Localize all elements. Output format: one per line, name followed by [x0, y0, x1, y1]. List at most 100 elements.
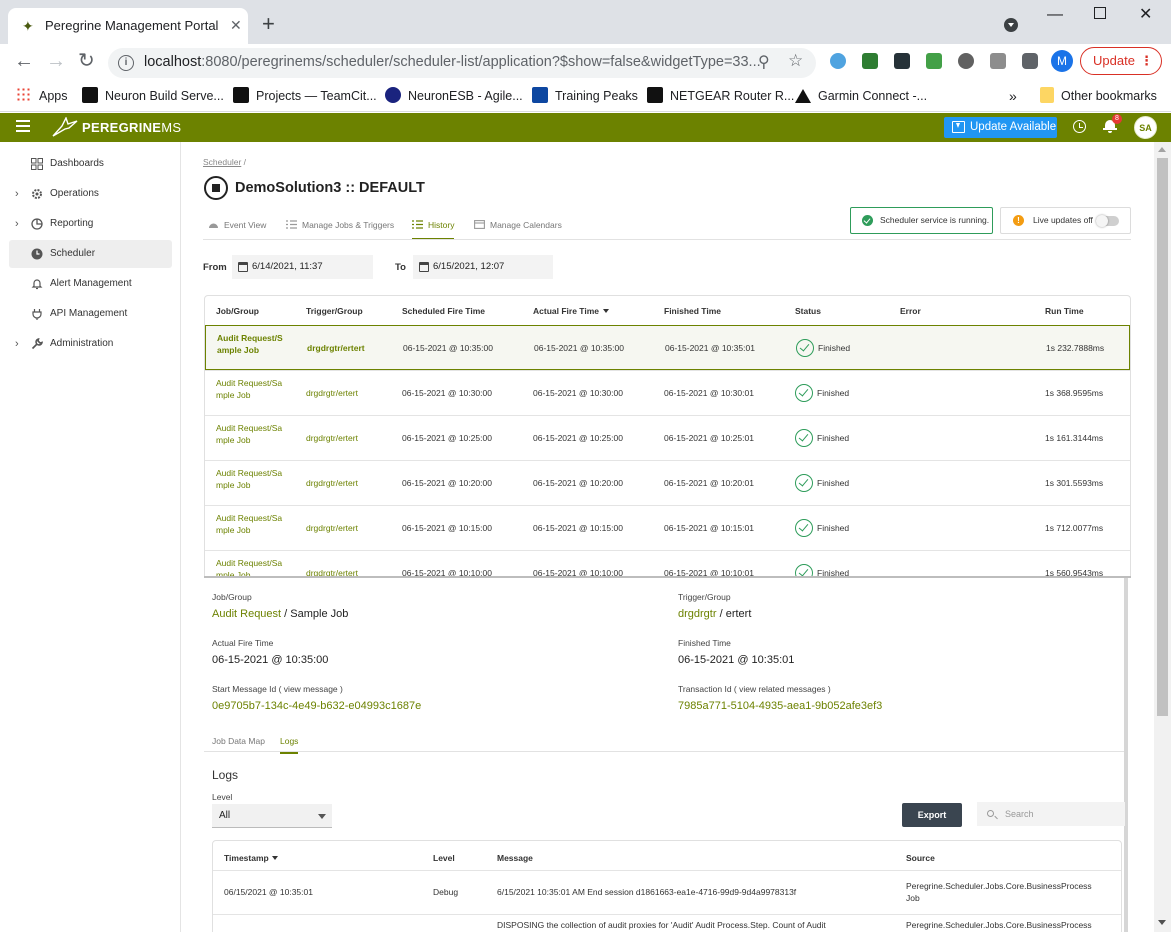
back-icon[interactable]: ← — [14, 50, 34, 72]
page-title: DemoSolution3 :: DEFAULT — [235, 180, 425, 196]
url-text[interactable]: localhost:8080/peregrinems/scheduler/sch… — [144, 54, 761, 70]
image-extension-icon[interactable] — [862, 53, 878, 69]
row-job-group[interactable]: Audit Request/Sample Job — [216, 467, 286, 491]
bookmark-training-peaks[interactable]: Training Peaks — [532, 86, 638, 106]
row-trigger-group[interactable]: drgdrgtr/ertert — [306, 523, 358, 533]
table-row[interactable]: Audit Request/Sample Job drgdrgtr/ertert 0… — [205, 370, 1130, 415]
sidebar-item-scheduler[interactable]: Scheduler — [9, 240, 172, 268]
browser-tab[interactable]: ✦ Peregrine Management Portal ✕ — [8, 8, 248, 44]
breadcrumb-scheduler-link[interactable]: Scheduler — [203, 157, 241, 167]
sidebar-item-dashboards[interactable]: Dashboards — [9, 150, 172, 178]
user-avatar[interactable]: SA — [1134, 116, 1157, 139]
other-bookmarks[interactable]: Other bookmarks — [1040, 86, 1157, 106]
maximize-icon[interactable] — [1094, 7, 1106, 19]
x-extension-icon[interactable] — [894, 53, 910, 69]
row-job-group[interactable]: Audit Request/Sample Job — [216, 512, 286, 536]
to-date-field[interactable]: 6/15/2021, 12:07 — [413, 255, 553, 279]
circle-extension-icon[interactable] — [958, 53, 974, 69]
app-header: PEREGRINEMS Update Available 8 SA — [0, 113, 1171, 142]
detail-start-message-label[interactable]: Start Message Id ( view message ) — [212, 684, 343, 694]
row-trigger-group[interactable]: drgdrgtr/ertert — [306, 433, 358, 443]
bookmark-apps[interactable]: Apps — [16, 86, 68, 106]
chrome-update-button[interactable]: Update ⋮ — [1080, 47, 1162, 75]
column-header-trigger-group[interactable]: Trigger/Group — [306, 306, 363, 316]
site-info-icon[interactable]: i — [118, 55, 134, 71]
tab-manage-calendars[interactable]: Manage Calendars — [474, 219, 562, 239]
row-trigger-group[interactable]: drgdrgtr/ertert — [306, 478, 358, 488]
table-row[interactable]: Audit Request/Sample Job drgdrgtr/ertert 0… — [205, 505, 1130, 550]
close-tab-icon[interactable]: ✕ — [230, 16, 242, 34]
log-row[interactable]: 06/15/2021 @ 10:35:01 Debug 6/15/2021 10… — [213, 870, 1121, 914]
level-select[interactable]: All — [212, 804, 332, 828]
onedrive-extension-icon[interactable] — [830, 53, 846, 69]
row-job-group[interactable]: Audit Request/Sample Job — [216, 557, 286, 578]
column-header-job-group[interactable]: Job/Group — [216, 306, 259, 316]
live-updates-toggle[interactable] — [1096, 215, 1119, 227]
menu-icon[interactable] — [16, 120, 30, 132]
table-row[interactable]: Audit Request/Sample Job drgdrgtr/ertert 0… — [205, 325, 1130, 370]
bookmarks-overflow-icon[interactable]: » — [1009, 86, 1017, 106]
log-column-message[interactable]: Message — [497, 853, 533, 863]
log-search-input[interactable]: Search — [977, 802, 1125, 826]
address-bar[interactable]: i localhost:8080/peregrinems/scheduler/s… — [108, 48, 816, 78]
column-header-run-time[interactable]: Run Time — [1045, 306, 1084, 316]
sidebar-item-reporting[interactable]: › Reporting — [9, 210, 172, 238]
extensions-puzzle-icon[interactable] — [1022, 53, 1038, 69]
row-job-group[interactable]: Audit Request/Sample Job — [216, 422, 286, 446]
sidebar-item-alert-management[interactable]: Alert Management — [9, 270, 172, 298]
t-extension-icon[interactable] — [990, 53, 1006, 69]
column-header-finished-time[interactable]: Finished Time — [664, 306, 721, 316]
row-job-group[interactable]: Audit Request/Sample Job — [217, 332, 287, 356]
row-scheduled-fire-time: 06-15-2021 @ 10:25:00 — [402, 433, 492, 443]
forward-icon[interactable]: → — [46, 50, 66, 72]
table-row[interactable]: Audit Request/Sample Job drgdrgtr/ertert 0… — [205, 460, 1130, 505]
from-date-field[interactable]: 6/14/2021, 11:37 — [232, 255, 373, 279]
tab-event-view[interactable]: Event View — [208, 219, 266, 239]
log-column-timestamp[interactable]: Timestamp — [224, 853, 278, 863]
bookmark-teamcity-projects[interactable]: Projects — TeamCit... — [233, 86, 377, 106]
table-row[interactable]: Audit Request/Sample Job drgdrgtr/ertert 0… — [205, 550, 1130, 578]
row-trigger-group[interactable]: drgdrgtr/ertert — [307, 343, 365, 353]
sidebar-item-label: Scheduler — [50, 248, 96, 259]
profile-avatar[interactable]: M — [1051, 50, 1073, 72]
evernote-extension-icon[interactable] — [926, 53, 942, 69]
log-row[interactable]: DISPOSING the collection of audit proxie… — [213, 914, 1121, 932]
page-scrollbar[interactable] — [1154, 142, 1171, 932]
close-window-icon[interactable]: ✕ — [1139, 6, 1152, 24]
column-header-actual-fire-time[interactable]: Actual Fire Time — [533, 306, 609, 316]
sidebar-item-operations[interactable]: › Operations — [9, 180, 172, 208]
bookmark-netgear[interactable]: NETGEAR Router R... — [647, 86, 794, 106]
zoom-icon[interactable]: ⚲ — [758, 52, 770, 72]
bookmark-neuron-build[interactable]: Neuron Build Serve... — [82, 86, 224, 106]
update-available-button[interactable]: Update Available — [944, 117, 1057, 138]
stop-scheduler-icon[interactable] — [204, 176, 228, 200]
bookmark-garmin[interactable]: Garmin Connect -... — [795, 86, 927, 106]
new-tab-icon[interactable]: + — [262, 13, 275, 35]
job-name-link[interactable]: Audit Request — [212, 608, 281, 620]
column-header-status[interactable]: Status — [795, 306, 821, 316]
history-icon[interactable] — [1073, 120, 1086, 133]
subtab-job-data-map[interactable]: Job Data Map — [212, 736, 265, 746]
table-row[interactable]: Audit Request/Sample Job drgdrgtr/ertert 0… — [205, 415, 1130, 460]
row-job-group[interactable]: Audit Request/Sample Job — [216, 377, 286, 401]
sidebar-item-administration[interactable]: › Administration — [9, 330, 172, 358]
row-trigger-group[interactable]: drgdrgtr/ertert — [306, 388, 358, 398]
log-column-source[interactable]: Source — [906, 853, 935, 863]
column-header-scheduled-fire-time[interactable]: Scheduled Fire Time — [402, 306, 485, 316]
minimize-icon[interactable]: — — [1047, 6, 1063, 24]
reload-icon[interactable]: ↻ — [78, 50, 95, 72]
log-column-level[interactable]: Level — [433, 853, 455, 863]
gauge-icon — [209, 223, 218, 228]
tab-search-icon[interactable] — [1004, 18, 1018, 32]
sidebar-item-api-management[interactable]: API Management — [9, 300, 172, 328]
detail-start-message-value[interactable]: 0e9705b7-134c-4e49-b632-e04993c1687e — [212, 700, 421, 712]
trigger-name-link[interactable]: drgdrgtr — [678, 608, 717, 620]
tab-manage-jobs-triggers[interactable]: Manage Jobs & Triggers — [286, 219, 394, 239]
bookmark-neuronesb-agile[interactable]: NeuronESB - Agile... — [385, 86, 523, 106]
detail-transaction-value[interactable]: 7985a771-5104-4935-aea1-9b052afe3ef3 — [678, 700, 882, 712]
column-header-error[interactable]: Error — [900, 306, 921, 316]
bookmark-star-icon[interactable]: ☆ — [788, 51, 803, 71]
tab-history[interactable]: History — [412, 219, 455, 240]
detail-transaction-label[interactable]: Transaction Id ( view related messages ) — [678, 684, 831, 694]
export-button[interactable]: Export — [902, 803, 962, 827]
